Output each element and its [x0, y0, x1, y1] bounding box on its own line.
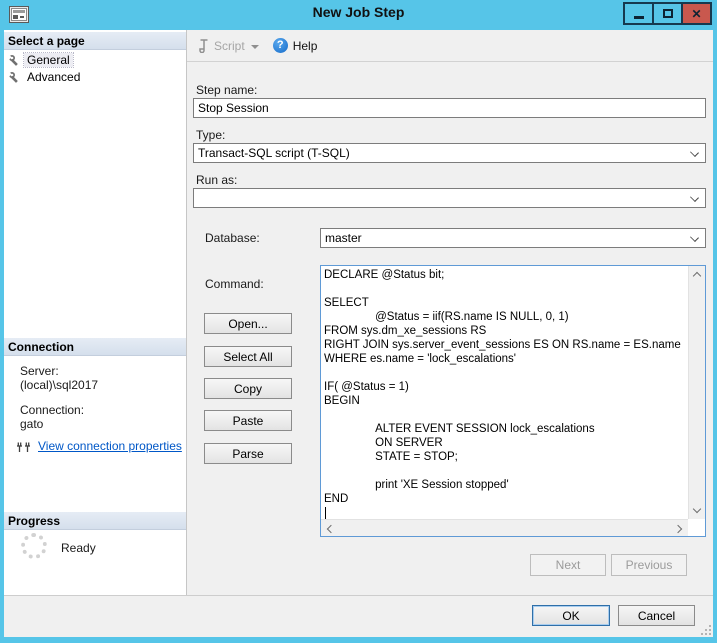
open-button[interactable]: Open... [204, 313, 292, 334]
type-label: Type: [196, 128, 225, 142]
wrench-icon [8, 54, 20, 66]
scroll-left-button[interactable] [321, 520, 338, 537]
dialog-body: Select a page General Advanced [4, 30, 713, 595]
ok-button[interactable]: OK [532, 605, 610, 626]
chevron-right-icon [674, 524, 682, 532]
close-x-icon: ✕ [691, 7, 701, 21]
chevron-left-icon [327, 524, 335, 532]
chevron-down-icon [690, 193, 699, 202]
window-controls: ✕ [625, 2, 712, 25]
scroll-right-button[interactable] [671, 520, 688, 537]
cancel-button[interactable]: Cancel [618, 605, 695, 626]
maximize-icon [663, 9, 673, 18]
sidebar-item-label: General [24, 53, 73, 67]
parse-button[interactable]: Parse [204, 443, 292, 464]
view-connection-properties-row: View connection properties [16, 439, 182, 453]
resize-grip[interactable] [701, 625, 711, 635]
vertical-scrollbar[interactable] [688, 266, 705, 519]
command-text: DECLARE @Status bit; SELECT @Status = ii… [324, 268, 687, 518]
chevron-down-icon [690, 148, 699, 157]
chevron-down-icon [690, 233, 699, 242]
spinner-icon [21, 533, 47, 559]
chevron-down-icon[interactable] [251, 45, 259, 49]
select-all-button[interactable]: Select All [204, 346, 292, 367]
database-value: master [325, 231, 362, 245]
progress-status: Ready [61, 541, 96, 555]
help-icon: ? [273, 38, 288, 53]
database-select[interactable]: master [320, 228, 706, 248]
step-name-label: Step name: [196, 83, 257, 97]
horizontal-scrollbar[interactable] [321, 519, 688, 536]
connection-properties-icon [16, 440, 32, 453]
sidebar: Select a page General Advanced [4, 30, 187, 595]
view-connection-properties-link[interactable]: View connection properties [38, 439, 182, 453]
scroll-down-button[interactable] [688, 502, 705, 519]
select-a-page-header: Select a page [4, 32, 186, 50]
type-value: Transact-SQL script (T-SQL) [198, 146, 350, 160]
connection-label: Connection: [20, 403, 84, 417]
step-name-input[interactable]: Stop Session [193, 98, 706, 118]
step-name-value: Stop Session [198, 101, 269, 115]
next-button[interactable]: Next [530, 554, 606, 576]
run-as-select[interactable] [193, 188, 706, 208]
minimize-icon [634, 16, 644, 19]
command-textarea[interactable]: DECLARE @Status bit; SELECT @Status = ii… [320, 265, 706, 537]
sidebar-item-general[interactable]: General [8, 52, 73, 68]
sidebar-item-advanced[interactable]: Advanced [8, 69, 83, 85]
window-title: New Job Step [0, 4, 717, 20]
server-label: Server: [20, 364, 59, 378]
database-label: Database: [205, 231, 260, 245]
wrench-icon [8, 71, 20, 83]
copy-button[interactable]: Copy [204, 378, 292, 399]
text-cursor [325, 507, 326, 519]
command-label: Command: [205, 277, 264, 291]
script-icon [196, 38, 210, 53]
new-job-step-dialog: New Job Step ✕ Select a page General [0, 0, 717, 643]
run-as-label: Run as: [196, 173, 237, 187]
progress-header: Progress [4, 512, 186, 530]
toolbar: Script ? Help [187, 30, 713, 62]
connection-header: Connection [4, 338, 186, 356]
script-button[interactable]: Script [196, 38, 267, 53]
scroll-up-button[interactable] [688, 266, 705, 283]
chevron-down-icon [692, 505, 700, 513]
minimize-button[interactable] [623, 2, 654, 25]
help-button[interactable]: ? Help [273, 38, 318, 53]
titlebar: New Job Step ✕ [0, 0, 717, 30]
close-button[interactable]: ✕ [681, 2, 712, 25]
bottom-bar: OK Cancel [4, 595, 713, 637]
script-label: Script [214, 39, 245, 53]
chevron-up-icon [692, 272, 700, 280]
previous-button[interactable]: Previous [611, 554, 687, 576]
connection-value: gato [20, 417, 43, 431]
server-value: (local)\sql2017 [20, 378, 98, 392]
type-select[interactable]: Transact-SQL script (T-SQL) [193, 143, 706, 163]
paste-button[interactable]: Paste [204, 410, 292, 431]
maximize-button[interactable] [652, 2, 683, 25]
sidebar-item-label: Advanced [24, 70, 83, 84]
main-panel: Script ? Help Step name: Stop Session Ty… [187, 30, 713, 595]
help-label: Help [293, 39, 318, 53]
